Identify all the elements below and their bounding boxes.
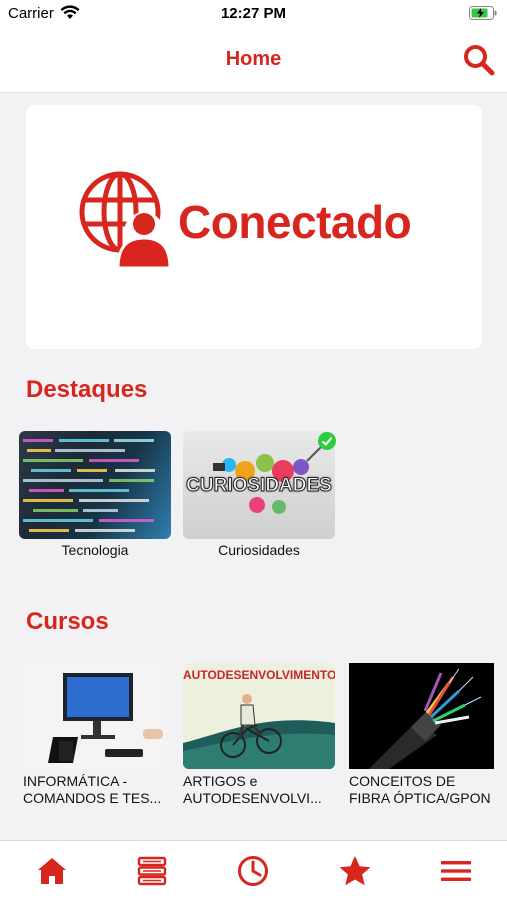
globe-user-logo-icon	[79, 171, 172, 270]
fiber-optic-image	[349, 663, 494, 769]
menu-icon[interactable]	[438, 853, 474, 889]
home-icon[interactable]	[34, 853, 70, 889]
course-title-line2: AUTODESENVOLVI...	[183, 790, 322, 806]
course-title: ARTIGOS e AUTODESENVOLVI...	[183, 773, 335, 807]
page-title: Home	[225, 48, 282, 70]
curiosidades-banner-text: CURIOSIDADES	[186, 475, 333, 497]
computer-desk-image	[23, 663, 166, 769]
logo-text: Conectado	[178, 196, 412, 248]
status-time: 12:27 PM	[220, 5, 287, 22]
highlight-card-label: Tecnologia	[61, 542, 129, 558]
status-bar: Carrier 12:27 PM	[0, 0, 507, 26]
cyclist-image: AUTODESENVOLVIMENTO	[183, 663, 335, 769]
section-title-cursos: Cursos	[26, 608, 109, 635]
course-title: INFORMÁTICA - COMANDOS E TES...	[23, 773, 166, 807]
battery-icon	[469, 6, 497, 20]
course-title-line1: ARTIGOS e	[183, 773, 258, 789]
books-icon[interactable]	[134, 853, 170, 889]
course-card-fibra-optica[interactable]: CONCEITOS DE FIBRA ÓPTICA/GPON	[349, 663, 494, 807]
search-icon[interactable]	[461, 42, 497, 78]
highlight-card-label: Curiosidades	[218, 542, 300, 558]
course-card-artigos[interactable]: AUTODESENVOLVIMENTO ARTIGOS e AUTODESENV…	[183, 663, 335, 807]
tab-bar	[0, 840, 507, 901]
section-title-destaques: Destaques	[26, 376, 148, 403]
course-title-line1: INFORMÁTICA -	[23, 773, 128, 789]
course-title-line2: COMANDOS E TES...	[23, 790, 162, 806]
selected-check-badge-icon	[318, 432, 336, 450]
clock-icon[interactable]	[235, 853, 271, 889]
highlight-card-tecnologia[interactable]: Tecnologia	[19, 431, 171, 558]
navigation-bar: Home	[0, 26, 507, 93]
course-title: CONCEITOS DE FIBRA ÓPTICA/GPON	[349, 773, 494, 807]
course-card-informatica[interactable]: INFORMÁTICA - COMANDOS E TES...	[23, 663, 166, 807]
highlight-card-curiosidades[interactable]: CURIOSIDADES Curiosidades	[183, 431, 336, 558]
course-title-line1: CONCEITOS DE	[349, 773, 456, 789]
curiosidades-image: CURIOSIDADES	[183, 431, 335, 539]
code-screen-image	[19, 431, 171, 539]
banner-logo-card: Conectado	[26, 105, 482, 349]
course-title-line2: FIBRA ÓPTICA/GPON	[349, 790, 491, 806]
star-icon[interactable]	[337, 853, 373, 889]
